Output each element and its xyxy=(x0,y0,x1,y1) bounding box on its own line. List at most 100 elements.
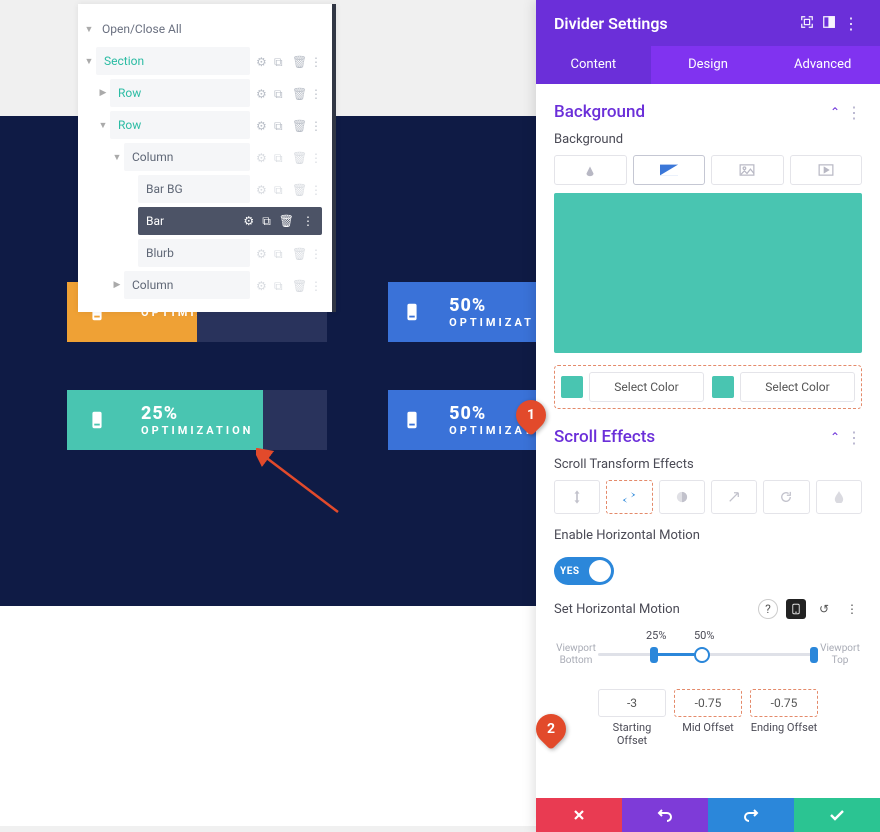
trash-icon[interactable]: 🗑 xyxy=(292,247,304,259)
layer-item-column[interactable]: ▶ Column ⚙ ⧉ 🗑 ⋮ xyxy=(82,270,322,300)
slider-handle-mid[interactable] xyxy=(694,647,710,663)
disclosure-right-icon[interactable]: ▶ xyxy=(110,280,124,290)
panel-header: Divider Settings ⋮ xyxy=(536,0,880,46)
more-icon[interactable]: ⋮ xyxy=(302,214,314,229)
offset-mid-input[interactable] xyxy=(674,689,742,717)
gear-icon[interactable]: ⚙ xyxy=(256,247,268,259)
chevron-up-icon[interactable]: ⌃ xyxy=(824,105,846,119)
more-icon[interactable]: ⋮ xyxy=(310,87,322,99)
offset-end-input[interactable] xyxy=(750,689,818,717)
gear-icon[interactable]: ⚙ xyxy=(256,183,268,195)
trash-icon[interactable]: 🗑 xyxy=(292,87,304,99)
effect-rotate-icon[interactable] xyxy=(763,480,809,514)
layer-item-column[interactable]: ▼ Column ⚙ ⧉ 🗑 ⋮ xyxy=(82,142,322,172)
reset-icon[interactable]: ↺ xyxy=(814,599,834,619)
gear-icon[interactable]: ⚙ xyxy=(256,119,268,131)
gear-icon[interactable]: ⚙ xyxy=(256,87,268,99)
trash-icon[interactable]: 🗑 xyxy=(292,183,304,195)
scroll-effect-tabs xyxy=(554,480,862,514)
layer-item-blurb[interactable]: ▶ Blurb ⚙ ⧉ 🗑 ⋮ xyxy=(82,238,322,268)
effect-blur-icon[interactable] xyxy=(816,480,862,514)
layers-toggle-all[interactable]: ▼ Open/Close All xyxy=(82,14,322,44)
bg-tab-gradient-icon[interactable] xyxy=(633,155,706,185)
gear-icon[interactable]: ⚙ xyxy=(243,214,254,229)
gear-icon[interactable]: ⚙ xyxy=(256,55,268,67)
more-icon[interactable]: ⋮ xyxy=(310,247,322,259)
disclosure-down-icon[interactable]: ▼ xyxy=(82,24,96,35)
gear-icon[interactable]: ⚙ xyxy=(256,151,268,163)
effect-vertical-icon[interactable] xyxy=(554,480,600,514)
color-swatch[interactable] xyxy=(712,376,734,398)
color-swatch[interactable] xyxy=(561,376,583,398)
chevron-up-icon[interactable]: ⌃ xyxy=(824,430,846,444)
slider-handle-end[interactable] xyxy=(810,647,818,663)
layer-item-row[interactable]: ▼ Row ⚙ ⧉ 🗑 ⋮ xyxy=(82,110,322,140)
confirm-button[interactable] xyxy=(794,798,880,832)
help-icon[interactable]: ? xyxy=(758,599,778,619)
viewport-bottom-label: Viewport Bottom xyxy=(554,643,598,667)
effect-horizontal-icon[interactable] xyxy=(606,480,652,514)
slider-tick-25: 25% xyxy=(646,629,666,642)
tab-content[interactable]: Content xyxy=(536,46,651,84)
more-icon[interactable]: ⋮ xyxy=(842,599,862,619)
layer-label: Bar BG xyxy=(146,182,183,196)
select-color-button[interactable]: Select Color xyxy=(589,372,704,402)
disclosure-down-icon[interactable]: ▼ xyxy=(82,56,96,67)
slider-handle-start[interactable] xyxy=(650,647,658,663)
disclosure-right-icon[interactable]: ▶ xyxy=(96,88,110,98)
section-scroll-header[interactable]: Scroll Effects ⌃ ⋮ xyxy=(554,427,862,447)
layer-item-row[interactable]: ▶ Row ⚙ ⧉ 🗑 ⋮ xyxy=(82,78,322,108)
duplicate-icon[interactable]: ⧉ xyxy=(274,119,286,131)
tab-advanced[interactable]: Advanced xyxy=(765,46,880,84)
bg-tab-image-icon[interactable] xyxy=(711,155,784,185)
duplicate-icon[interactable]: ⧉ xyxy=(262,214,271,229)
trash-icon[interactable]: 🗑 xyxy=(292,279,304,291)
panel-body[interactable]: Background ⌃ ⋮ Background Select Color S… xyxy=(536,84,880,798)
color-picker-2: Select Color xyxy=(712,372,855,402)
expand-icon[interactable] xyxy=(796,14,818,33)
section-title: Background xyxy=(554,102,824,122)
trash-icon[interactable]: 🗑 xyxy=(292,119,304,131)
trash-icon[interactable]: 🗑 xyxy=(292,151,304,163)
layer-item-bar-selected[interactable]: ▶ Bar ⚙ ⧉ 🗑 ⋮ xyxy=(82,206,322,236)
duplicate-icon[interactable]: ⧉ xyxy=(274,183,286,195)
panel-tabs: Content Design Advanced xyxy=(536,46,880,84)
undo-button[interactable] xyxy=(622,798,708,832)
more-icon[interactable]: ⋮ xyxy=(310,55,322,67)
layer-item-barbg[interactable]: ▶ Bar BG ⚙ ⧉ 🗑 ⋮ xyxy=(82,174,322,204)
more-icon[interactable]: ⋮ xyxy=(840,14,862,33)
section-background-header[interactable]: Background ⌃ ⋮ xyxy=(554,102,862,122)
more-icon[interactable]: ⋮ xyxy=(846,428,862,447)
snap-icon[interactable] xyxy=(818,14,840,33)
more-icon[interactable]: ⋮ xyxy=(846,103,862,122)
duplicate-icon[interactable]: ⧉ xyxy=(274,247,286,259)
effect-scale-icon[interactable] xyxy=(711,480,757,514)
gear-icon[interactable]: ⚙ xyxy=(256,279,268,291)
effect-fade-icon[interactable] xyxy=(659,480,705,514)
tab-design[interactable]: Design xyxy=(651,46,766,84)
more-icon[interactable]: ⋮ xyxy=(310,183,322,195)
trash-icon[interactable]: 🗑 xyxy=(292,55,304,67)
viewport-top-label: Viewport Top xyxy=(818,643,862,667)
duplicate-icon[interactable]: ⧉ xyxy=(274,55,286,67)
motion-slider: Viewport Bottom Viewport Top 25% 50% xyxy=(554,629,862,687)
redo-button[interactable] xyxy=(708,798,794,832)
more-icon[interactable]: ⋮ xyxy=(310,151,322,163)
bg-tab-color-icon[interactable] xyxy=(554,155,627,185)
phone-icon[interactable] xyxy=(786,599,806,619)
more-icon[interactable]: ⋮ xyxy=(310,279,322,291)
select-color-button[interactable]: Select Color xyxy=(740,372,855,402)
offset-start-input[interactable] xyxy=(598,689,666,717)
cancel-button[interactable] xyxy=(536,798,622,832)
layer-item-section[interactable]: ▼ Section ⚙ ⧉ 🗑 ⋮ xyxy=(82,46,322,76)
more-icon[interactable]: ⋮ xyxy=(310,119,322,131)
duplicate-icon[interactable]: ⧉ xyxy=(274,87,286,99)
disclosure-down-icon[interactable]: ▼ xyxy=(110,152,124,163)
preview-bar-text: 50% OPTIMIZAT xyxy=(435,282,548,342)
bg-tab-video-icon[interactable] xyxy=(790,155,863,185)
horizontal-motion-toggle[interactable]: YES xyxy=(554,557,614,585)
duplicate-icon[interactable]: ⧉ xyxy=(274,151,286,163)
duplicate-icon[interactable]: ⧉ xyxy=(274,279,286,291)
trash-icon[interactable]: 🗑 xyxy=(279,214,294,229)
disclosure-down-icon[interactable]: ▼ xyxy=(96,120,110,131)
